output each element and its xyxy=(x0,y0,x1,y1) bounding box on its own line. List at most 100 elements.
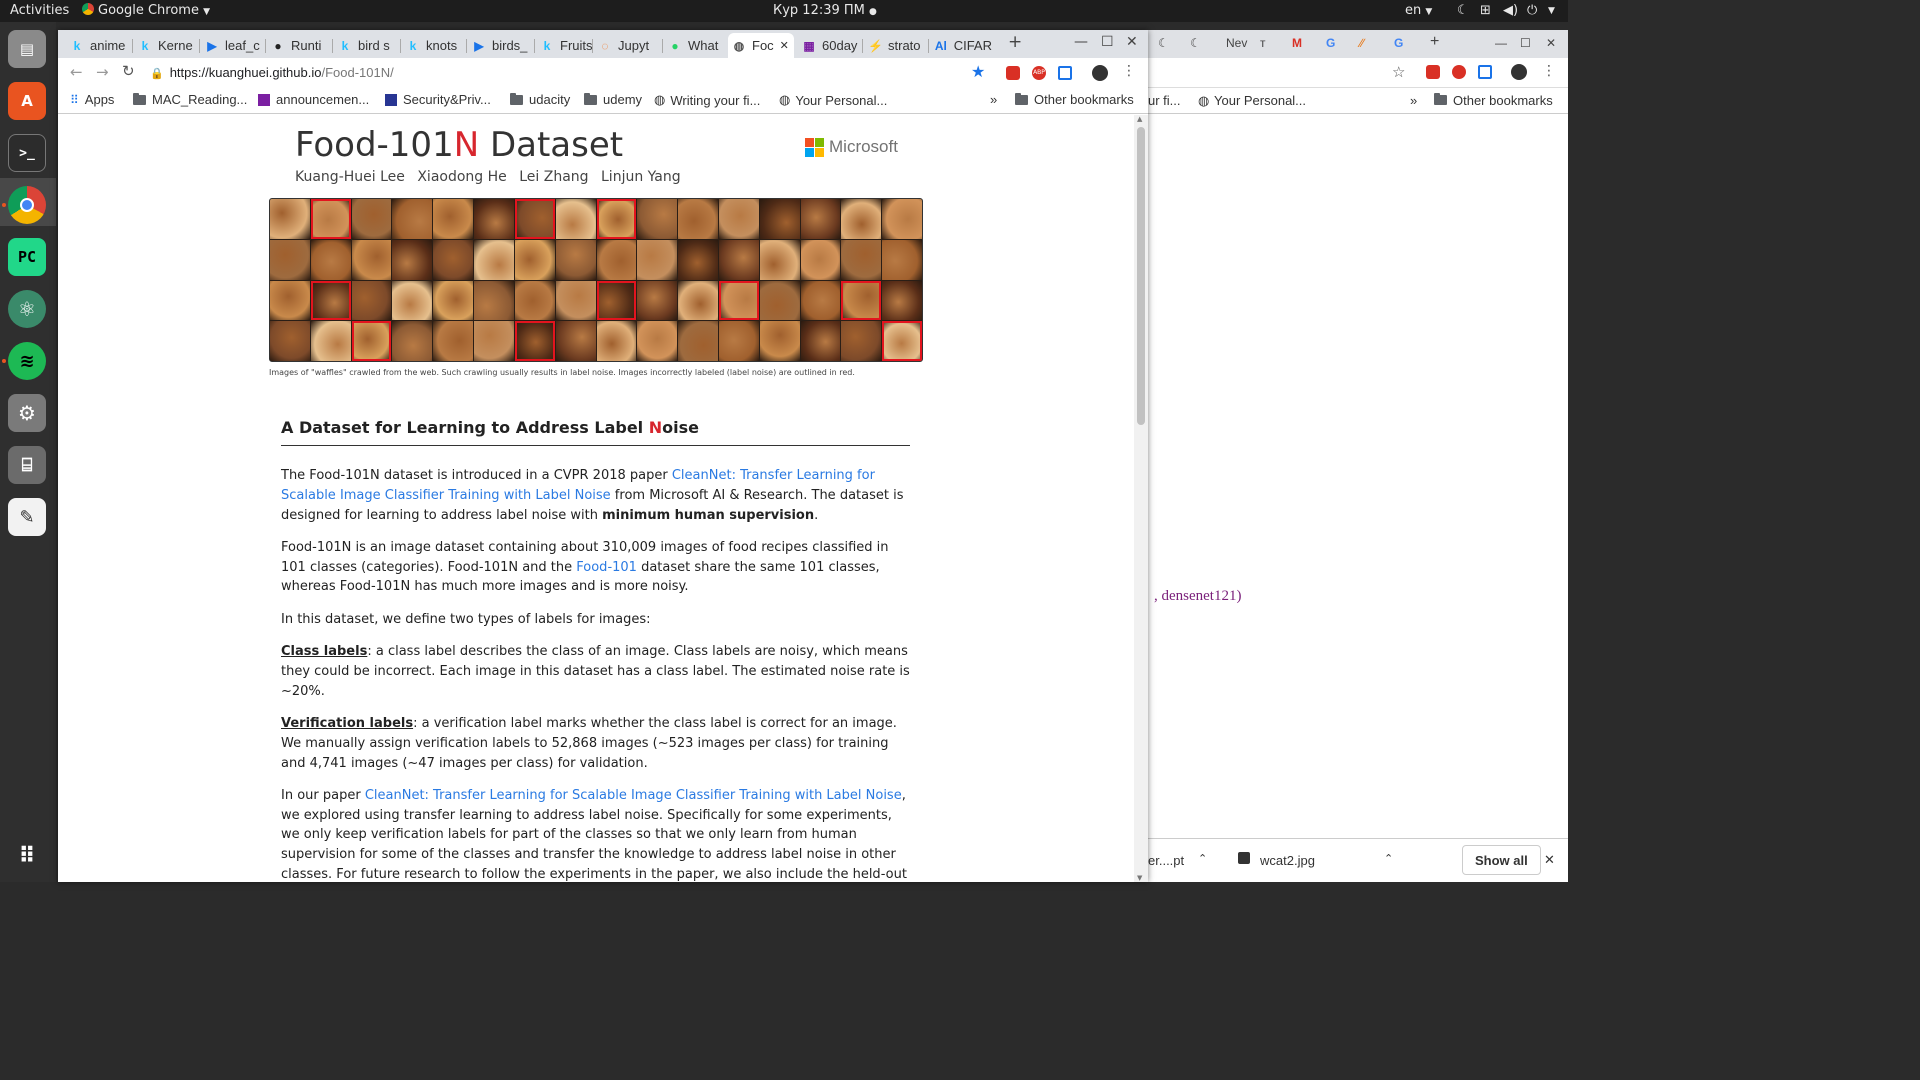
reload-icon[interactable]: ↻ xyxy=(122,62,135,80)
browser-tab[interactable]: Al CIFAR xyxy=(934,33,992,58)
forward-icon[interactable]: → xyxy=(96,63,109,81)
bookmark-folder[interactable]: Other bookmarks xyxy=(1453,93,1553,108)
extension-icon[interactable] xyxy=(1058,66,1072,80)
extension-icon[interactable] xyxy=(1426,65,1440,79)
tab-label[interactable]: Nev xyxy=(1226,36,1247,50)
files-icon[interactable]: ▤ xyxy=(8,30,46,68)
tab-icon[interactable]: ☾ xyxy=(1190,36,1201,50)
tab-icon[interactable]: ᴛ xyxy=(1260,36,1266,50)
text-editor-icon[interactable]: ✎ xyxy=(8,498,46,536)
tab-favicon-icon: ⚡ xyxy=(868,38,883,53)
spotify-icon[interactable]: ≋ xyxy=(8,342,46,380)
show-all-button[interactable]: Show all xyxy=(1462,845,1541,875)
bookmark-folder-mac-reading[interactable]: MAC_Reading... xyxy=(133,92,247,107)
browser-tab[interactable]: ◌ Jupyt xyxy=(598,33,656,58)
terminal-icon[interactable]: >_ xyxy=(8,134,46,172)
download-item-2[interactable]: wcat2.jpg xyxy=(1260,853,1315,868)
image-file-icon xyxy=(1238,852,1250,864)
network-icon[interactable]: ⊞ xyxy=(1480,3,1491,18)
bookmark-folder-udemy[interactable]: udemy xyxy=(584,92,642,107)
bookmark-security-privacy[interactable]: Security&Priv... xyxy=(385,92,491,107)
extension-icon[interactable] xyxy=(1478,65,1492,79)
night-light-icon[interactable]: ☾ xyxy=(1457,3,1469,18)
back-icon[interactable]: ← xyxy=(70,63,83,81)
food101-link[interactable]: Food-101 xyxy=(576,560,637,575)
close-icon[interactable]: ✕ xyxy=(1544,852,1555,868)
adblock-icon[interactable]: ABP xyxy=(1032,66,1046,80)
maximize-icon[interactable]: ☐ xyxy=(1101,34,1114,50)
url-input[interactable]: 🔒 https://kuanghuei.github.io/Food-101N/ xyxy=(150,61,1000,85)
avatar[interactable] xyxy=(1092,65,1108,81)
bookmark-writing[interactable]: ◍ Writing your fi... xyxy=(654,92,760,108)
bookmark-item[interactable]: ur fi... xyxy=(1148,93,1181,108)
bookmark-your-personal[interactable]: ◍ Your Personal... xyxy=(779,92,887,108)
browser-tab[interactable]: ● Runti xyxy=(271,33,329,58)
atom-icon[interactable]: ⚛ xyxy=(8,290,46,328)
download-item-1[interactable]: er....pt xyxy=(1148,853,1184,868)
minimize-icon[interactable]: — xyxy=(1074,34,1088,50)
new-tab-icon[interactable]: + xyxy=(1430,33,1439,51)
activities-button[interactable]: Activities xyxy=(10,3,69,18)
minimize-icon[interactable]: — xyxy=(1495,36,1507,50)
language-indicator[interactable]: en ▼ xyxy=(1405,3,1432,18)
page-viewport[interactable]: Food-101N Dataset Kuang-Huei Lee Xiaodon… xyxy=(58,115,1134,882)
disk-utility-icon[interactable]: ⌸ xyxy=(8,446,46,484)
google-icon[interactable]: G xyxy=(1326,36,1335,50)
tab-icon[interactable]: ∕∕ xyxy=(1360,36,1364,50)
new-tab-icon[interactable]: + xyxy=(1008,32,1022,52)
chevron-up-icon[interactable]: ⌃ xyxy=(1384,852,1393,865)
bookmark-item[interactable]: Your Personal... xyxy=(1214,93,1306,108)
settings-icon[interactable]: ⚙ xyxy=(8,394,46,432)
clock[interactable]: Кур 12:39 ПМ ● xyxy=(773,3,877,18)
browser-tab[interactable]: k Kerne xyxy=(138,33,196,58)
bookmarks-overflow[interactable]: » xyxy=(990,92,997,107)
adblock-icon[interactable] xyxy=(1452,65,1466,79)
close-tab-icon[interactable]: ✕ xyxy=(780,39,789,52)
volume-icon[interactable]: ◀) xyxy=(1503,3,1518,18)
maximize-icon[interactable]: ☐ xyxy=(1520,36,1531,50)
scroll-up-icon[interactable]: ▲ xyxy=(1137,115,1142,123)
browser-tab[interactable]: k knots xyxy=(406,33,464,58)
food-photo xyxy=(678,321,718,361)
browser-tab[interactable]: ● What xyxy=(668,33,726,58)
scrollbar-thumb[interactable] xyxy=(1137,127,1145,425)
bookmark-star-icon[interactable]: ★ xyxy=(971,62,985,81)
tab-strip: k anime k Kerne ▶ leaf_c ● Runti k bird s k knots ▶ b… xyxy=(58,30,1148,58)
apps-shortcut[interactable]: ⠿ Apps xyxy=(70,92,114,107)
browser-tab[interactable]: ⚡ strato xyxy=(868,33,926,58)
avatar[interactable] xyxy=(1511,64,1527,80)
browser-tab[interactable]: ▶ leaf_c xyxy=(205,33,263,58)
browser-tab[interactable]: k Fruits xyxy=(540,33,598,58)
extension-icon[interactable] xyxy=(1006,66,1020,80)
chrome-icon[interactable] xyxy=(8,186,46,224)
browser-tab[interactable]: k bird s xyxy=(338,33,396,58)
pycharm-icon[interactable]: PC xyxy=(8,238,46,276)
browser-tab[interactable]: k anime xyxy=(70,33,128,58)
system-top-bar: Activities Google Chrome ▼ Кур 12:39 ПМ … xyxy=(0,0,1568,22)
bookmark-folder-other[interactable]: Other bookmarks xyxy=(1015,92,1134,107)
gmail-icon[interactable]: M xyxy=(1292,36,1302,50)
app-menu[interactable]: Google Chrome ▼ xyxy=(82,3,210,18)
scroll-down-icon[interactable]: ▼ xyxy=(1137,874,1142,882)
tab-favicon-icon: Al xyxy=(934,38,947,53)
close-icon[interactable]: ✕ xyxy=(1126,34,1138,50)
menu-icon[interactable]: ⋮ xyxy=(1542,63,1556,79)
power-icon[interactable]: ⏻ xyxy=(1527,3,1537,18)
show-apps-icon[interactable]: ⠿ xyxy=(8,837,46,875)
tab-icon[interactable]: ☾ xyxy=(1158,36,1169,50)
bookmarks-overflow[interactable]: » xyxy=(1410,93,1417,108)
close-icon[interactable]: ✕ xyxy=(1546,36,1556,50)
cleannet-paper-link[interactable]: CleanNet: Transfer Learning for Scalable… xyxy=(365,788,902,803)
bookmark-folder-udacity[interactable]: udacity xyxy=(510,92,570,107)
browser-tab[interactable]: ▦ 60day xyxy=(802,33,860,58)
menu-icon[interactable]: ⋮ xyxy=(1122,63,1136,79)
software-center-icon[interactable]: A xyxy=(8,82,46,120)
chevron-up-icon[interactable]: ⌃ xyxy=(1198,852,1207,865)
google-icon[interactable]: G xyxy=(1394,36,1403,50)
star-icon[interactable]: ☆ xyxy=(1392,63,1405,81)
browser-tab[interactable]: ▶ birds_ xyxy=(472,33,530,58)
page-scrollbar[interactable]: ▲ ▼ xyxy=(1134,115,1148,882)
browser-tab[interactable]: ◍ Foc ✕ xyxy=(728,33,794,58)
chevron-down-icon[interactable]: ▼ xyxy=(1548,6,1555,16)
bookmark-announcements[interactable]: announcemen... xyxy=(258,92,369,107)
